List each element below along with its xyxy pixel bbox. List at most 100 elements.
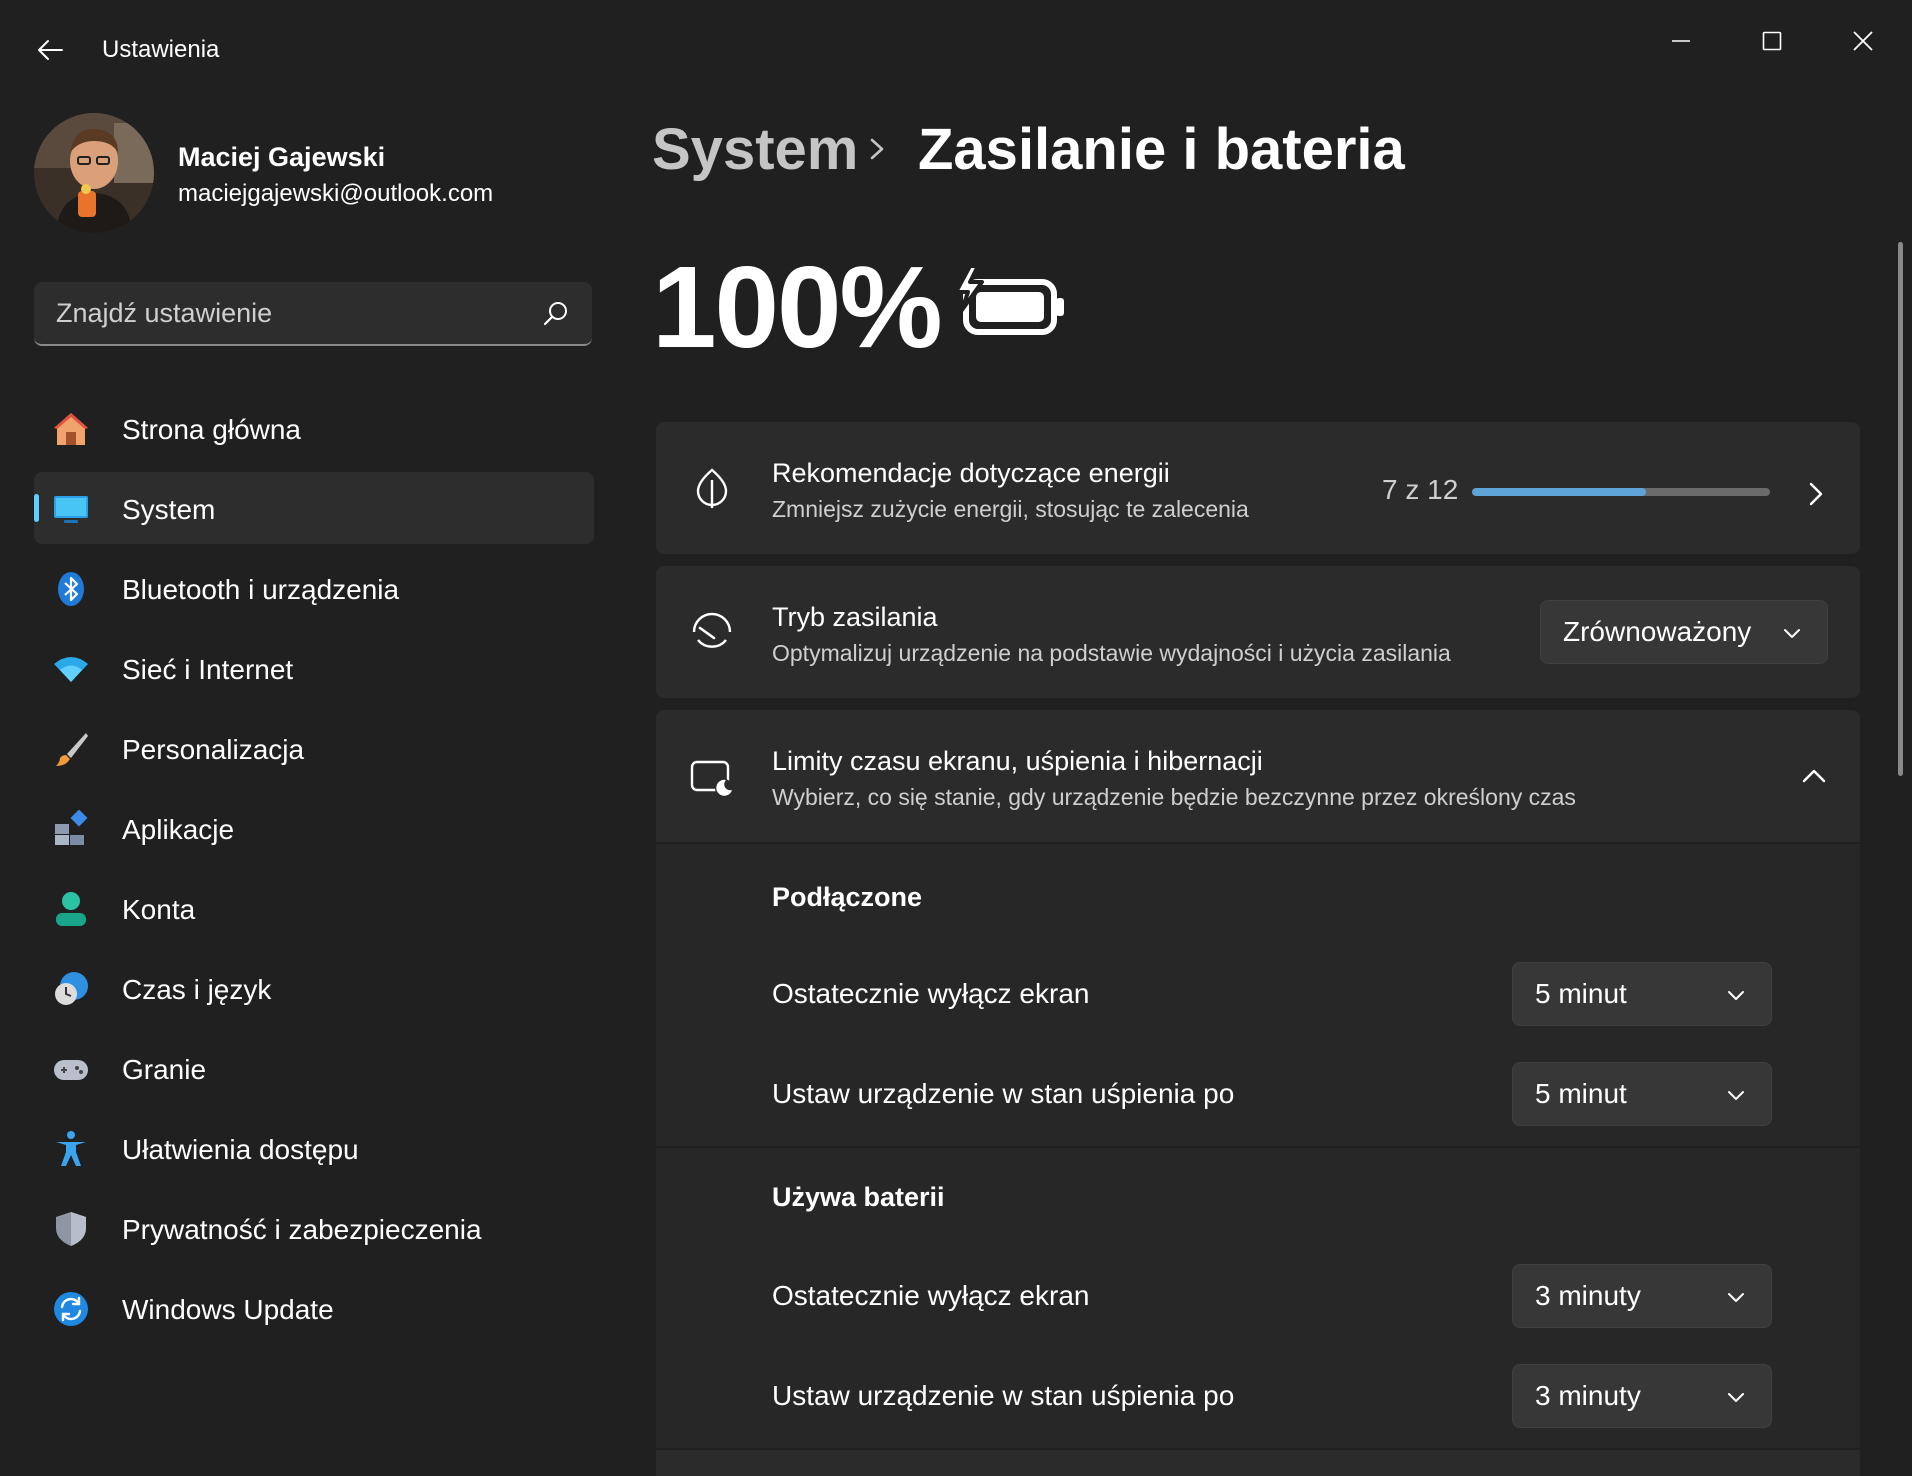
sidebar-item-label: Ułatwienia dostępu	[122, 1134, 359, 1165]
sidebar-item-accessibility[interactable]: Ułatwienia dostępu	[34, 1112, 594, 1184]
minimize-icon	[1672, 40, 1690, 42]
dropdown-value: 3 minuty	[1535, 1280, 1641, 1311]
timeouts-expander-header[interactable]: Limity czasu ekranu, uśpienia i hibernac…	[656, 710, 1860, 842]
close-icon	[1853, 31, 1873, 51]
card-subtitle: Zmniejsz zużycie energii, stosując te za…	[772, 496, 1249, 522]
chevron-down-icon	[1728, 1293, 1744, 1302]
gamepad-icon	[54, 1060, 88, 1080]
apps-icon	[55, 810, 88, 845]
home-icon	[54, 413, 88, 445]
sidebar-item-windows-update[interactable]: Windows Update	[34, 1272, 594, 1344]
sidebar-item-label: Strona główna	[122, 414, 302, 445]
account-icon	[56, 892, 86, 926]
sidebar-item-network[interactable]: Sieć i Internet	[34, 632, 594, 704]
on-battery-section: Używa baterii Ostatecznie wyłącz ekran 3…	[656, 1148, 1860, 1448]
chevron-down-icon	[1728, 991, 1744, 1000]
brush-icon	[56, 733, 88, 766]
sidebar-item-time-language[interactable]: Czas i język	[34, 952, 594, 1024]
maximize-icon	[1762, 31, 1782, 51]
leaf-icon	[696, 468, 728, 508]
dropdown-value: 5 minut	[1535, 978, 1627, 1009]
power-mode-dropdown[interactable]: Zrównoważony	[1540, 600, 1828, 664]
sidebar-item-label: Sieć i Internet	[122, 654, 294, 685]
sleep-after-label: Ustaw urządzenie w stan uśpienia po	[772, 1078, 1235, 1109]
card-subtitle: Wybierz, co się stanie, gdy urządzenie b…	[772, 784, 1576, 810]
search-box[interactable]	[34, 282, 592, 346]
power-mode-card: Tryb zasilania Optymalizuj urządzenie na…	[656, 566, 1860, 698]
screen-sleep-icon	[690, 760, 733, 797]
recommendations-progress	[1472, 488, 1770, 496]
search-icon[interactable]	[542, 300, 570, 328]
card-title: Limity czasu ekranu, uśpienia i hibernac…	[772, 746, 1263, 776]
progress-fill	[1472, 488, 1646, 496]
section-title: Używa baterii	[772, 1182, 945, 1212]
card-subtitle: Optymalizuj urządzenie na podstawie wyda…	[772, 640, 1451, 666]
chevron-down-icon	[1728, 1393, 1744, 1402]
sidebar-item-label: Bluetooth i urządzenia	[122, 574, 400, 605]
sidebar-item-system[interactable]: System	[34, 472, 594, 544]
plugged-in-section: Podłączone Ostatecznie wyłącz ekran 5 mi…	[656, 844, 1860, 1146]
recommendations-count: 7 z 12	[1382, 474, 1459, 505]
wifi-icon	[54, 657, 88, 682]
dropdown-value: Zrównoważony	[1563, 616, 1752, 647]
bluetooth-icon	[58, 572, 84, 606]
shield-icon	[56, 1212, 86, 1246]
chevron-right-icon[interactable]	[1804, 480, 1828, 508]
card-title: Rekomendacje dotyczące energii	[772, 458, 1170, 488]
profile-email: maciejgajewski@outlook.com	[178, 180, 494, 207]
close-button[interactable]	[1828, 16, 1898, 66]
next-section-edge	[656, 1450, 1860, 1476]
time-language-icon	[55, 972, 88, 1005]
battery-percent: 100%	[652, 242, 943, 372]
energy-recommendations-card[interactable]: Rekomendacje dotyczące energii Zmniejsz …	[656, 422, 1860, 554]
screen-off-label: Ostatecznie wyłącz ekran	[772, 978, 1090, 1009]
section-title: Podłączone	[772, 882, 923, 912]
sidebar-item-label: Czas i język	[122, 974, 272, 1005]
battery-screen-off-dropdown[interactable]: 3 minuty	[1512, 1264, 1772, 1328]
sidebar-item-label: Aplikacje	[122, 814, 235, 845]
dropdown-value: 3 minuty	[1535, 1380, 1641, 1411]
sidebar-item-label: Personalizacja	[122, 734, 305, 765]
sidebar-item-bluetooth[interactable]: Bluetooth i urządzenia	[34, 552, 594, 624]
sleep-after-label: Ustaw urządzenie w stan uśpienia po	[772, 1380, 1235, 1411]
back-button[interactable]	[30, 30, 70, 70]
breadcrumb-parent[interactable]: System	[652, 116, 858, 183]
plugged-sleep-dropdown[interactable]: 5 minut	[1512, 1062, 1772, 1126]
battery-sleep-dropdown[interactable]: 3 minuty	[1512, 1364, 1772, 1428]
avatar[interactable]	[34, 113, 154, 233]
title-bar: Ustawienia	[0, 0, 1912, 100]
sidebar-item-privacy[interactable]: Prywatność i zabezpieczenia	[34, 1192, 594, 1264]
gauge-icon	[692, 612, 732, 648]
sidebar-nav: Strona główna System Bluetooth i urządze…	[34, 392, 594, 1352]
page-title: Zasilanie i bateria	[918, 117, 1405, 182]
accessibility-icon	[56, 1131, 86, 1166]
search-input[interactable]	[56, 296, 526, 330]
sidebar-item-gaming[interactable]: Granie	[34, 1032, 594, 1104]
sidebar-item-label: Konta	[122, 894, 196, 925]
avatar-photo	[34, 113, 154, 233]
system-icon	[54, 496, 88, 523]
sidebar-item-label: Prywatność i zabezpieczenia	[122, 1214, 482, 1245]
sidebar-item-label: Granie	[122, 1054, 207, 1085]
sidebar-item-apps[interactable]: Aplikacje	[34, 792, 594, 864]
profile-name: Maciej Gajewski	[178, 142, 386, 172]
chevron-up-icon[interactable]	[1800, 764, 1828, 788]
settings-window: Ustawienia Maciej Gajewski maciejgajewsk…	[0, 0, 1912, 1476]
screen-off-label: Ostatecznie wyłącz ekran	[772, 1280, 1090, 1311]
chevron-down-icon	[1728, 1091, 1744, 1100]
maximize-button[interactable]	[1737, 16, 1807, 66]
arrow-left-icon	[38, 40, 63, 60]
minimize-button[interactable]	[1646, 16, 1716, 66]
update-icon	[54, 1292, 88, 1326]
chevron-right-icon	[870, 138, 884, 160]
sidebar-item-label: System	[122, 494, 216, 525]
card-title: Tryb zasilania	[772, 602, 938, 632]
plugged-screen-off-dropdown[interactable]: 5 minut	[1512, 962, 1772, 1026]
battery-charging-icon	[954, 264, 1064, 335]
scrollbar[interactable]	[1898, 242, 1903, 776]
dropdown-value: 5 minut	[1535, 1078, 1627, 1109]
sidebar-item-accounts[interactable]: Konta	[34, 872, 594, 944]
app-title: Ustawienia	[102, 36, 220, 63]
sidebar-item-home[interactable]: Strona główna	[34, 392, 594, 464]
sidebar-item-personalization[interactable]: Personalizacja	[34, 712, 594, 784]
